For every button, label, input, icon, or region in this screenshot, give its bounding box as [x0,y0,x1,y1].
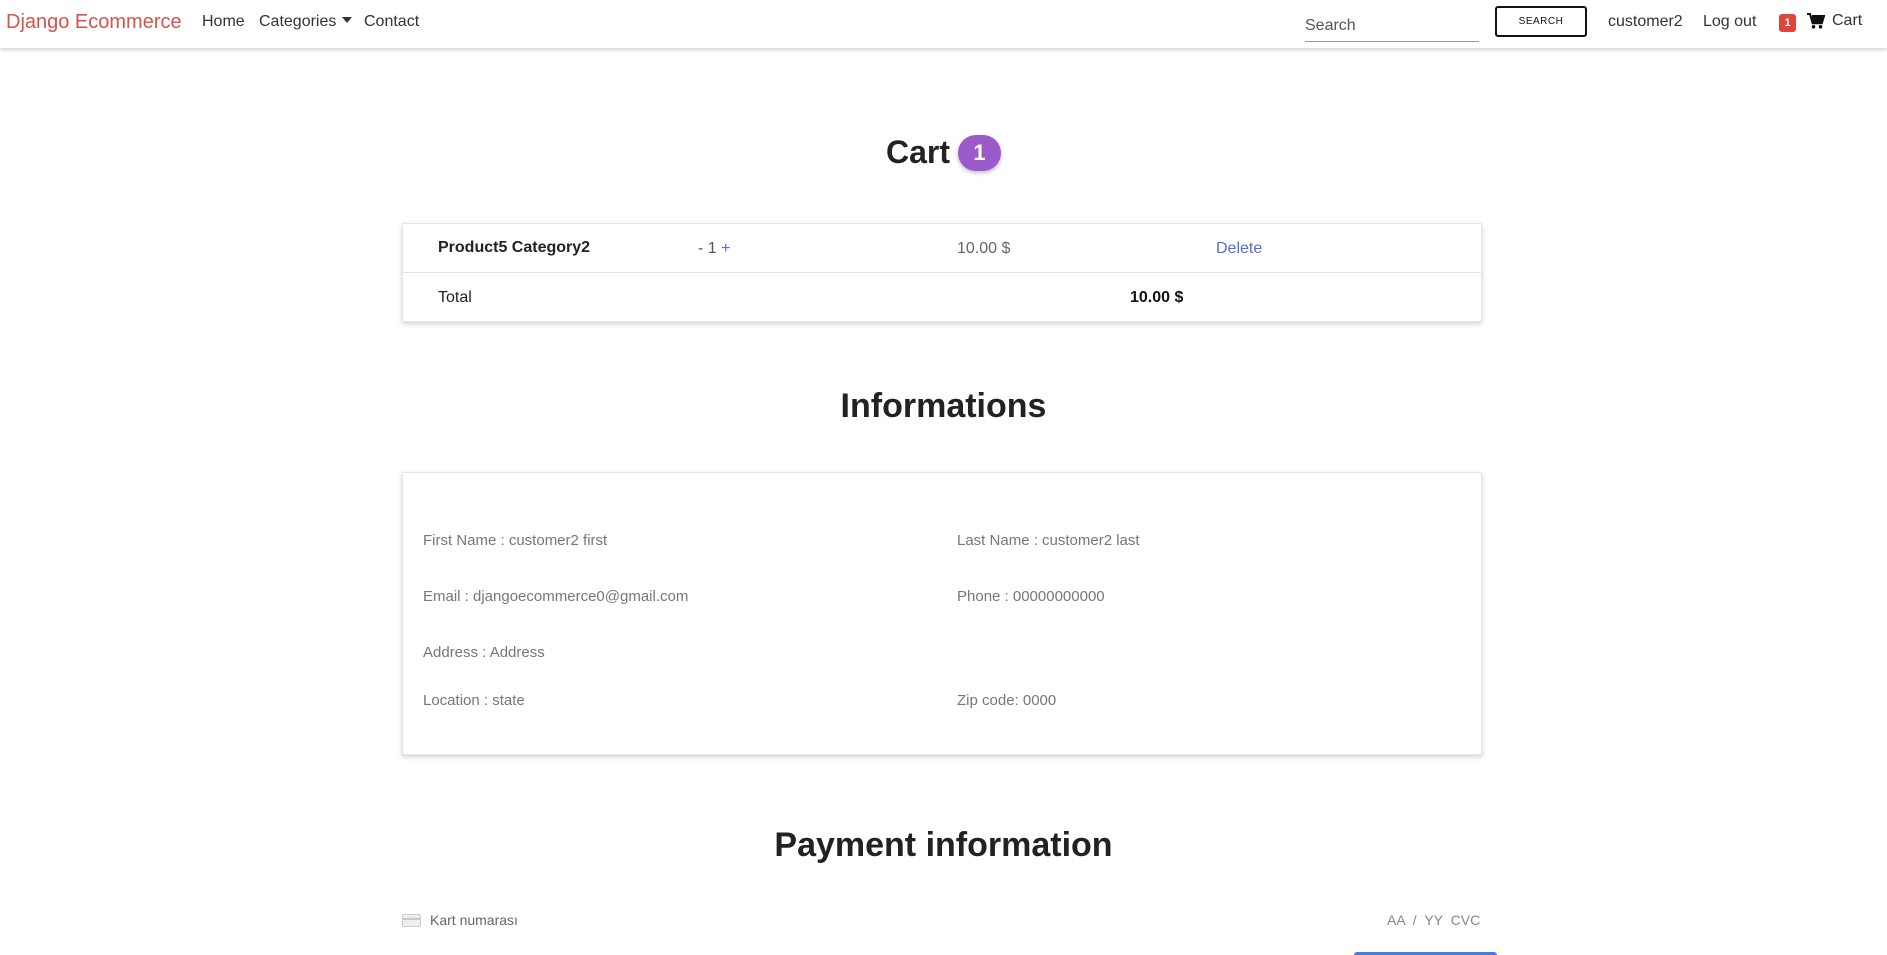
cart-link-label: Cart [1832,12,1863,29]
email-text: Email : djangoecommerce0@gmail.com [423,588,689,605]
caret-down-icon [342,17,353,23]
increase-quantity-button[interactable]: + [721,240,730,257]
payment-information-title: Payment information [774,826,1113,864]
user-profile-link[interactable]: customer2 [1608,13,1683,31]
decrease-quantity-button[interactable]: - [698,240,703,257]
top-navbar: Django Ecommerce Home Categories Contact… [0,0,1887,48]
first-name-text: First Name : customer2 first [423,532,608,549]
cart-title-text: Cart [885,134,950,170]
cart-total-row: Total 10.00 $ [403,274,1481,323]
address-text: Address : Address [423,644,545,661]
cart-count-badge: 1 [1779,14,1796,32]
cart-title: Cart 1 [0,134,1887,171]
item-price: 10.00 $ [957,240,1011,257]
informations-card: First Name : customer2 first Last Name :… [402,472,1482,755]
cart-item-count-badge: 1 [958,134,1001,171]
nav-contact-link[interactable]: Contact [364,13,419,31]
credit-card-icon [402,913,421,927]
nav-categories-dropdown[interactable]: Categories [259,13,353,31]
search-input[interactable] [1305,10,1479,42]
quantity-stepper: - 1 + [698,240,730,258]
phone-text: Phone : 00000000000 [957,588,1105,605]
quantity-value: 1 [707,240,717,257]
total-label: Total [438,289,472,306]
nav-categories-label: Categories [259,13,337,30]
cart-link[interactable]: Cart [1807,12,1862,30]
location-text: Location : state [423,692,525,709]
search-button[interactable]: SEARCH [1495,6,1587,37]
expiry-cvc-field[interactable]: AA / YY CVC [1387,912,1480,928]
cart-item-row: Product5 Category2 - 1 + 10.00 $ Delete [403,224,1481,273]
product-name: Product5 Category2 [438,239,591,256]
brand-link[interactable]: Django Ecommerce [6,11,182,34]
shopping-cart-icon [1807,13,1825,29]
card-number-placeholder: Kart numarası [430,912,518,928]
zip-code-text: Zip code: 0000 [957,692,1057,709]
informations-title: Informations [840,387,1047,425]
delete-item-link[interactable]: Delete [1216,240,1262,258]
logout-link[interactable]: Log out [1703,13,1756,31]
card-number-field[interactable]: Kart numarası [402,912,518,928]
total-value: 10.00 $ [1130,289,1184,306]
last-name-text: Last Name : customer2 last [957,532,1140,549]
nav-home-link[interactable]: Home [202,13,245,31]
cart-table: Product5 Category2 - 1 + 10.00 $ Delete … [402,223,1482,322]
